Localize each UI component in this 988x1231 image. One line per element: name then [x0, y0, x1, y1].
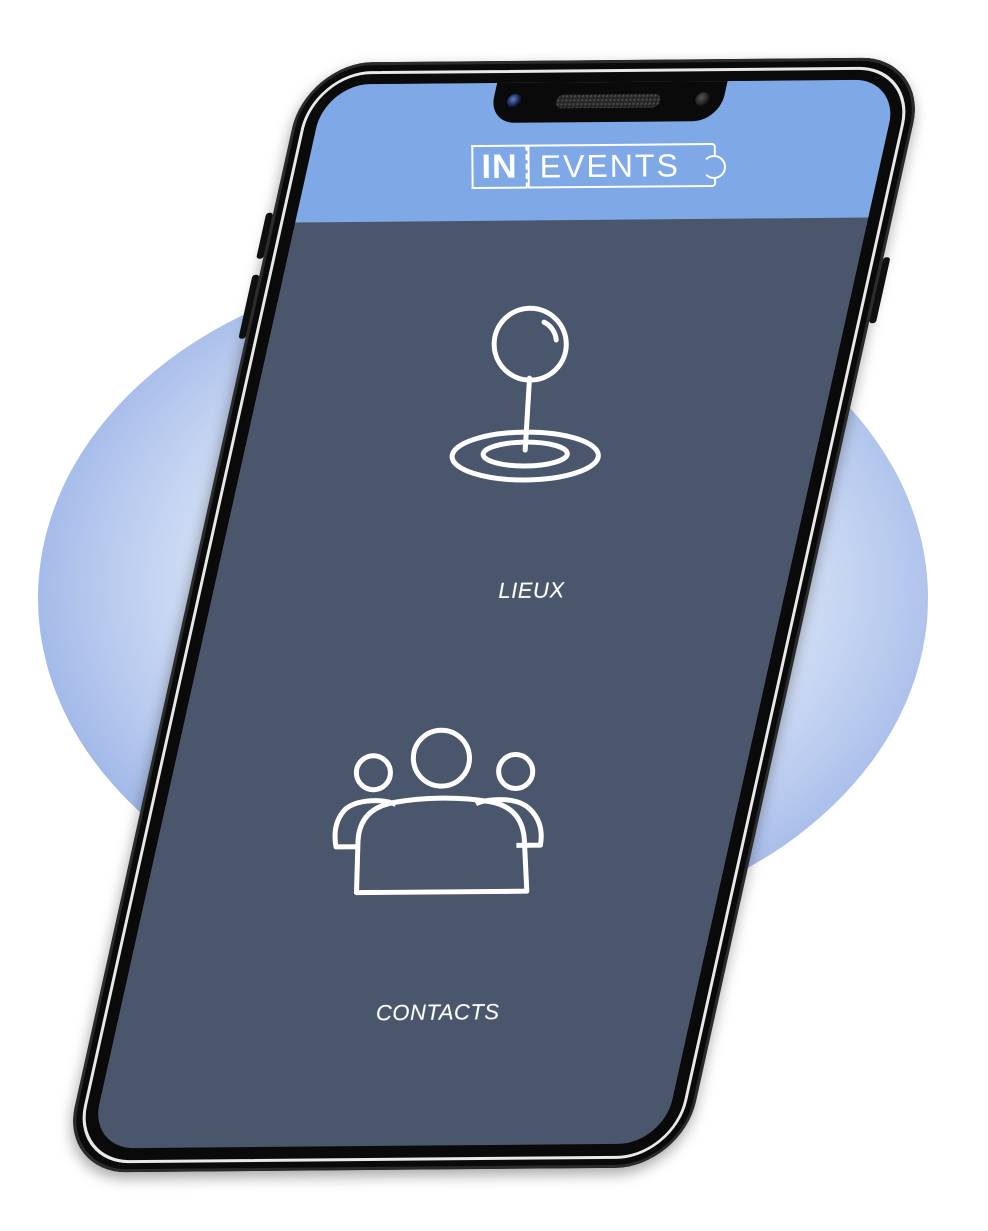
ticket-notch-icon	[701, 154, 727, 180]
phone-device: IN EVENTS LIEUX CONTACTS	[60, 57, 928, 1173]
menu-item-contacts[interactable]: CONTACTS	[149, 720, 725, 1028]
menu-item-lieux[interactable]: LIEUX	[242, 298, 818, 606]
sensor-icon	[694, 92, 712, 107]
logo-events-text: EVENTS	[527, 142, 727, 189]
speaker-grille	[554, 93, 662, 109]
menu-item-label: LIEUX	[498, 577, 565, 603]
group-icon	[332, 727, 544, 896]
map-pin-icon	[449, 305, 601, 483]
logo-in-text: IN	[471, 144, 526, 190]
logo-events-label: EVENTS	[539, 147, 681, 185]
phone-screen: IN EVENTS LIEUX CONTACTS	[89, 79, 899, 1149]
app-logo[interactable]: IN EVENTS	[471, 142, 727, 190]
phone-notch	[488, 79, 729, 124]
front-camera-icon	[505, 93, 523, 108]
menu-item-label: CONTACTS	[375, 999, 500, 1026]
